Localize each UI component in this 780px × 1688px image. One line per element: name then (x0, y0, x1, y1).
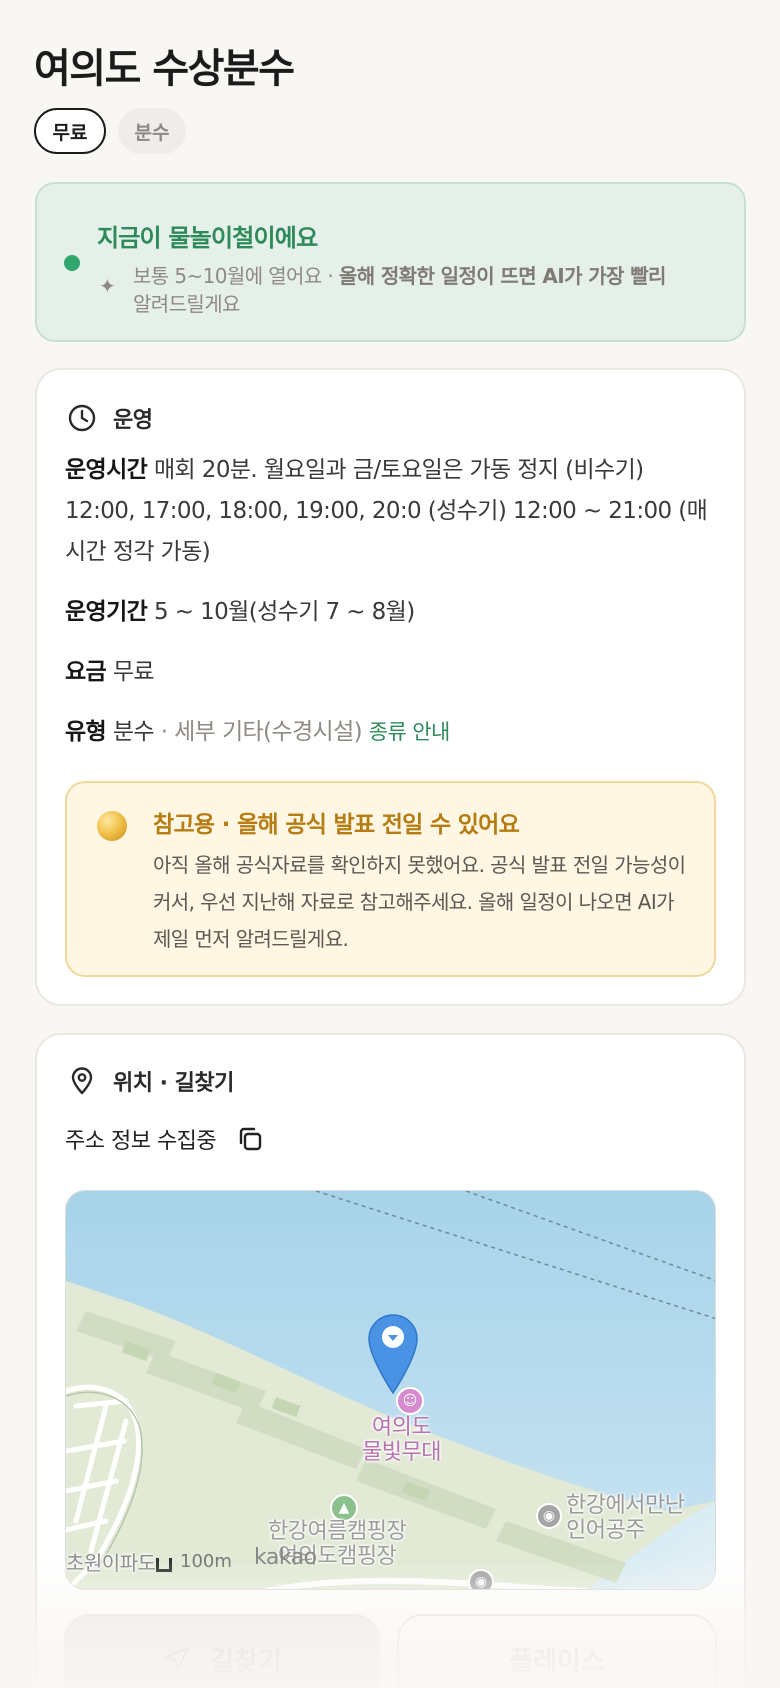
photo-poi-icon-2: ◉ (468, 1569, 494, 1589)
type-key: 유형 (65, 719, 107, 745)
route-button[interactable]: 길찾기 (64, 1614, 380, 1688)
hours-value: 매회 20분. 월요일과 금/토요일은 가동 정지 (비수기) 12:00, 1… (65, 457, 708, 565)
poi-camp-line1: 한강여름캠핑장 (268, 1519, 407, 1544)
season-desc-tail: 알려드릴게요 (133, 292, 240, 316)
operation-card: 운영 운영시간 매회 20분. 월요일과 금/토요일은 가동 정지 (비수기) … (35, 368, 746, 1006)
type-guide-link[interactable]: 종류 안내 (369, 720, 451, 744)
place-button[interactable]: 플레이스 (397, 1614, 717, 1688)
map-view[interactable]: ☺ 여의도 물빛무대 ▲ 한강여름캠핑장 여의도캠핑장 ◉ 한강에서만난 인어공주 ◉… (65, 1190, 716, 1590)
clock-icon (67, 403, 97, 433)
sparkle-icon: ✦ (99, 274, 116, 298)
type-detail: · 세부 기타(수경시설) (160, 719, 363, 745)
poi-mermaid-line1: 한강에서만난 (566, 1493, 685, 1518)
hours-row: 운영시간 매회 20분. 월요일과 금/토요일은 가동 정지 (비수기) 12:… (65, 450, 715, 573)
location-section-header: 위치 · 길찾기 (67, 1065, 234, 1097)
route-button-label: 길찾기 (210, 1646, 282, 1677)
hours-key: 운영시간 (65, 457, 148, 483)
address-text: 주소 정보 수집중 (65, 1129, 217, 1154)
operation-section-header: 운영 (67, 402, 153, 434)
chip-fountain[interactable]: 분수 (118, 108, 186, 154)
map-scale: 100m (156, 1551, 232, 1572)
season-description: 보통 5~10월에 열어요 · 올해 정확한 일정이 뜨면 AI가 가장 빨리알… (133, 262, 733, 318)
location-card: 위치 · 길찾기 주소 정보 수집중 ☺ 여의도 물빛무대 ▲ 한강여름캠핑장 … (35, 1033, 746, 1688)
place-button-label: 플레이스 (509, 1646, 605, 1677)
fee-key: 요금 (65, 659, 107, 685)
period-value: 5 ~ 10월(성수기 7 ~ 8월) (153, 599, 415, 625)
scale-bar (156, 1558, 172, 1572)
address-row: 주소 정보 수집중 (65, 1123, 264, 1155)
location-section-title: 위치 · 길찾기 (113, 1071, 234, 1096)
fee-value: 무료 (112, 659, 155, 685)
notice-body: 아직 올해 공식자료를 확인하지 못했어요. 공식 발표 전일 가능성이 커서,… (153, 853, 686, 951)
poi-mermaid[interactable]: 한강에서만난 인어공주 (566, 1493, 685, 1543)
season-headline: 지금이 물놀이철이에요 (97, 224, 318, 252)
fee-row: 요금 무료 (65, 652, 715, 693)
type-row: 유형 분수 · 세부 기타(수경시설) 종류 안내 (65, 712, 715, 753)
type-value: 분수 (112, 719, 155, 745)
stage-poi-icon: ☺ (396, 1387, 424, 1415)
notice-title: 참고용 · 올해 공식 발표 전일 수 있어요 (153, 812, 520, 838)
poi-rock: 초원이파도 (66, 1551, 156, 1575)
photo-poi-icon: ◉ (536, 1503, 562, 1529)
page-title: 여의도 수상분수 (34, 46, 295, 92)
location-pin-icon (67, 1066, 97, 1096)
coin-icon (97, 811, 127, 841)
map-brand-logo: kakao (254, 1545, 317, 1570)
season-desc-plain: 보통 5~10월에 열어요 · (133, 264, 339, 288)
scale-label: 100m (180, 1551, 232, 1572)
chip-free[interactable]: 무료 (34, 108, 106, 154)
period-key: 운영기간 (65, 599, 148, 625)
status-dot-icon (64, 255, 80, 271)
operation-section-title: 운영 (113, 408, 153, 433)
season-status-card: 지금이 물놀이철이에요 ✦ 보통 5~10월에 열어요 · 올해 정확한 일정이… (35, 182, 746, 342)
poi-mermaid-line2: 인어공주 (566, 1518, 645, 1543)
poi-stage-line1: 여의도 (371, 1415, 432, 1440)
navigation-arrow-icon (162, 1644, 192, 1674)
reference-notice: 참고용 · 올해 공식 발표 전일 수 있어요 아직 올해 공식자료를 확인하지… (65, 781, 716, 977)
season-desc-bold: 올해 정확한 일정이 뜨면 AI가 가장 빨리 (338, 264, 667, 288)
location-marker-icon[interactable] (367, 1311, 419, 1399)
poi-stage-line2: 물빛무대 (362, 1440, 441, 1465)
copy-icon[interactable] (236, 1125, 264, 1153)
period-row: 운영기간 5 ~ 10월(성수기 7 ~ 8월) (65, 592, 715, 633)
camping-poi-icon: ▲ (330, 1494, 358, 1522)
poi-yeouido-stage[interactable]: 여의도 물빛무대 (362, 1415, 441, 1465)
